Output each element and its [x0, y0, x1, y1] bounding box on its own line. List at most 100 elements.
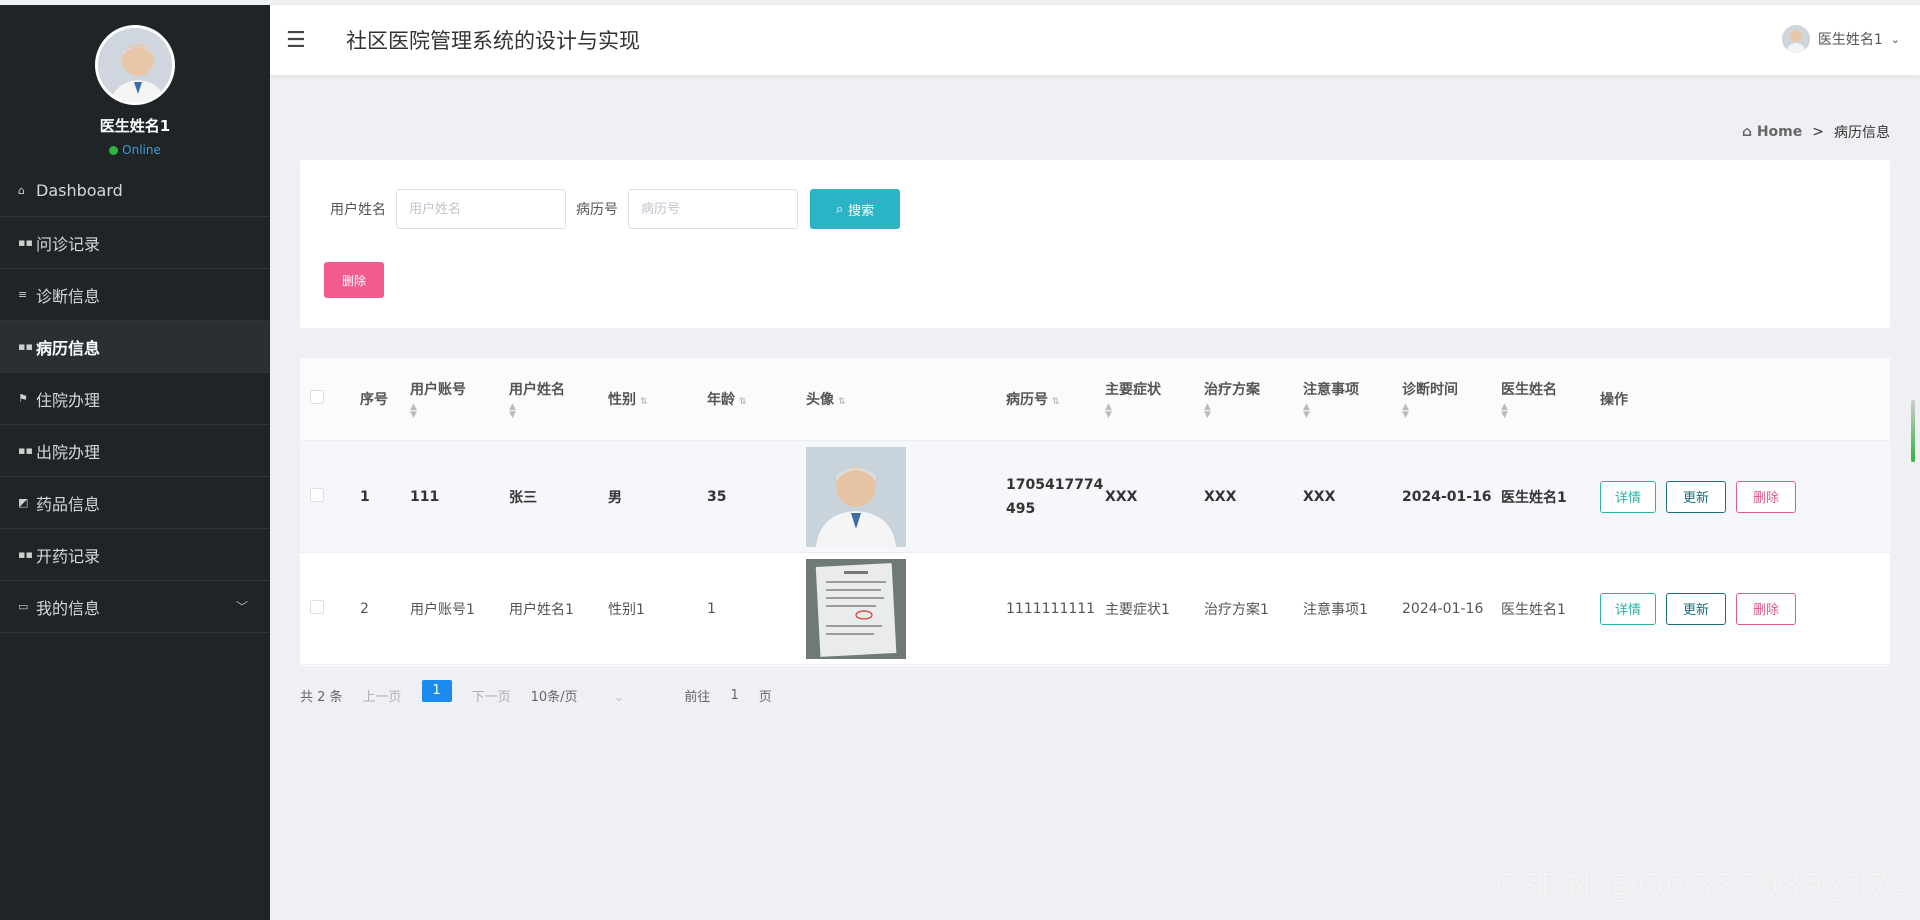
- cell-avatar: [806, 446, 1006, 547]
- sort-icon[interactable]: ▲ ▼: [410, 403, 509, 420]
- menu-toggle-icon[interactable]: ☰: [286, 28, 316, 53]
- grid-icon: ▪▪: [18, 340, 33, 353]
- chevron-down-icon: ﹀: [235, 600, 248, 614]
- status-text: Online: [122, 143, 161, 157]
- cell-record-no: 1705417774495: [1006, 476, 1104, 517]
- detail-button[interactable]: 详情: [1600, 480, 1656, 513]
- col-age[interactable]: 年龄 ⇅: [707, 389, 806, 409]
- search-button-label: 搜索: [848, 203, 875, 219]
- sidebar-item-admission[interactable]: ⚑ 住院办理: [0, 373, 270, 425]
- profile-name: 医生姓名1: [99, 117, 171, 135]
- goto-page-input[interactable]: 1: [730, 688, 738, 703]
- sort-icon[interactable]: ⇅: [838, 397, 846, 407]
- row-checkbox[interactable]: [300, 487, 360, 506]
- sidebar-item-dashboard[interactable]: ⌂ Dashboard: [0, 165, 270, 217]
- col-doctor[interactable]: 医生姓名 ▲ ▼: [1501, 379, 1600, 420]
- home-icon: ⌂: [1741, 124, 1757, 140]
- list-icon: ≡: [18, 288, 28, 301]
- user-name-input[interactable]: [396, 189, 566, 229]
- next-page-button[interactable]: 下一页: [472, 686, 511, 705]
- col-symptom[interactable]: 主要症状 ▲ ▼: [1105, 379, 1204, 420]
- col-record-no[interactable]: 病历号 ⇅: [1006, 389, 1105, 409]
- sort-icon[interactable]: ▲ ▼: [1105, 403, 1204, 420]
- col-avatar[interactable]: 头像 ⇅: [806, 389, 1006, 409]
- header-user-menu[interactable]: 医生姓名1 ⌄: [1781, 25, 1900, 53]
- sidebar-item-prescriptions[interactable]: ▪▪ 开药记录: [0, 529, 270, 581]
- sidebar: 医生姓名1 Online ⌂ Dashboard ▪▪ 问诊记录 ≡ 诊断信息 ▪▪ 病…: [0, 5, 270, 920]
- scrollbar[interactable]: [1911, 400, 1915, 462]
- top-header: ☰ 社区医院管理系统的设计与实现 医生姓名1 ⌄: [270, 5, 1920, 75]
- sidebar-item-label: 诊断信息: [36, 286, 101, 306]
- sort-icon[interactable]: ⇅: [739, 397, 747, 407]
- sort-icon[interactable]: ▲ ▼: [1303, 403, 1402, 420]
- update-button[interactable]: 更新: [1666, 592, 1726, 625]
- chevron-down-icon: ⌄: [613, 690, 625, 705]
- detail-button[interactable]: 详情: [1600, 592, 1656, 625]
- select-all-checkbox[interactable]: [300, 390, 360, 408]
- cell-age: 1: [707, 600, 716, 617]
- sidebar-item-discharge[interactable]: ▪▪ 出院办理: [0, 425, 270, 477]
- sidebar-item-label: 问诊记录: [36, 234, 101, 254]
- page-size-select[interactable]: 10条/页 ⌄: [531, 686, 645, 705]
- col-account[interactable]: 用户账号 ▲ ▼: [410, 379, 509, 420]
- col-name[interactable]: 用户姓名 ▲ ▼: [509, 379, 608, 420]
- record-no-input[interactable]: [628, 189, 798, 229]
- pagination-total: 共 2 条: [300, 690, 343, 705]
- row-delete-button[interactable]: 删除: [1736, 592, 1796, 625]
- cell-actions: 详情 更新 删除: [1600, 480, 1860, 513]
- document-photo[interactable]: [806, 558, 906, 659]
- delete-button[interactable]: 删除: [324, 262, 384, 298]
- col-time[interactable]: 诊断时间 ▲ ▼: [1402, 379, 1501, 420]
- doctor-photo[interactable]: [806, 446, 906, 547]
- goto-label: 前往: [684, 690, 711, 705]
- breadcrumb-home[interactable]: ⌂ Home: [1742, 124, 1802, 140]
- sort-icon[interactable]: ▲ ▼: [509, 403, 608, 420]
- sidebar-item-label: 病历信息: [36, 338, 101, 358]
- grid-icon: ▪▪: [18, 236, 33, 249]
- sidebar-item-label: 出院办理: [36, 442, 101, 462]
- sidebar-item-medical-records[interactable]: ▪▪ 病历信息: [0, 321, 270, 373]
- search-card: 用户姓名 病历号 ⌕ 搜索 删除: [300, 160, 1890, 328]
- prev-page-button[interactable]: 上一页: [363, 686, 402, 705]
- avatar[interactable]: [95, 25, 175, 105]
- page-number-button[interactable]: 1: [421, 679, 452, 702]
- cell-sex: 男: [608, 489, 622, 506]
- cell-time: 2024-01-16: [1402, 488, 1492, 505]
- sidebar-item-consultation[interactable]: ▪▪ 问诊记录: [0, 217, 270, 269]
- row-checkbox[interactable]: [300, 599, 360, 618]
- sort-icon[interactable]: ⇅: [640, 397, 648, 407]
- sidebar-item-my-info[interactable]: ▭ 我的信息 ﹀: [0, 581, 270, 633]
- cell-sex: 性别1: [608, 601, 645, 618]
- home-icon: ⌂: [18, 184, 25, 197]
- sidebar-item-drugs[interactable]: ◩ 药品信息: [0, 477, 270, 529]
- cell-name: 用户姓名1: [509, 601, 574, 618]
- cell-note: XXX: [1303, 488, 1336, 505]
- chevron-down-icon: ⌄: [1890, 32, 1900, 46]
- col-sex[interactable]: 性别 ⇅: [608, 389, 707, 409]
- search-button[interactable]: ⌕ 搜索: [810, 189, 900, 229]
- sidebar-item-label: 开药记录: [36, 546, 101, 566]
- col-note[interactable]: 注意事项 ▲ ▼: [1303, 379, 1402, 420]
- cell-plan: XXX: [1204, 488, 1237, 505]
- col-plan[interactable]: 治疗方案 ▲ ▼: [1204, 379, 1303, 420]
- cell-record-no: 1111111111: [1006, 600, 1096, 617]
- sidebar-item-label: 药品信息: [36, 494, 101, 514]
- sort-icon[interactable]: ⇅: [1052, 397, 1060, 407]
- status-dot-icon: [109, 145, 119, 155]
- sort-icon[interactable]: ▲ ▼: [1204, 403, 1303, 420]
- sort-icon[interactable]: ▲ ▼: [1402, 403, 1501, 420]
- sidebar-item-label: Dashboard: [36, 181, 123, 200]
- watermark: CSDN @QQ3359892174: [1494, 866, 1912, 905]
- sidebar-item-diagnosis[interactable]: ≡ 诊断信息: [0, 269, 270, 321]
- col-seq: 序号: [360, 392, 388, 408]
- page-unit-label: 页: [758, 690, 772, 705]
- sort-icon[interactable]: ▲ ▼: [1501, 403, 1600, 420]
- row-delete-button[interactable]: 删除: [1736, 480, 1796, 513]
- record-no-label: 病历号: [576, 202, 618, 218]
- sidebar-item-label: 住院办理: [36, 390, 101, 410]
- online-status: Online: [0, 143, 270, 157]
- update-button[interactable]: 更新: [1666, 480, 1726, 513]
- cell-seq: 1: [360, 488, 370, 505]
- image-icon: ◩: [18, 496, 29, 509]
- table-row: 2 用户账号1 用户姓名1 性别1 1 1111111111 主要症状1 治疗方…: [300, 553, 1890, 665]
